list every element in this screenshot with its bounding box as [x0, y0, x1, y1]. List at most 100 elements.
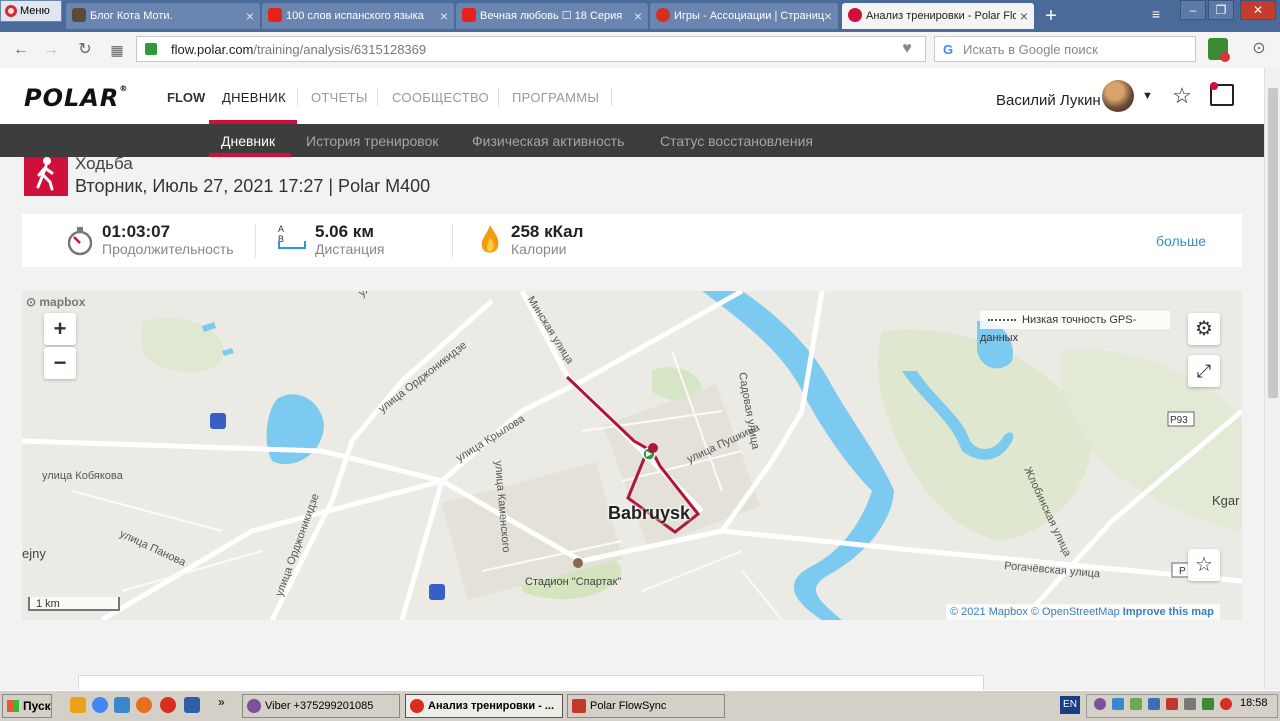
tab-close-icon[interactable]: × [246, 3, 254, 29]
taskbar-label: Polar FlowSync [590, 700, 667, 712]
nav-programs[interactable]: ПРОГРАММЫ [512, 90, 599, 105]
close-window-button[interactable]: ✕ [1240, 0, 1276, 20]
street-label: улица [356, 291, 388, 299]
firefox-icon[interactable] [136, 697, 152, 713]
tray-icon[interactable] [1112, 698, 1124, 710]
flame-icon [478, 223, 502, 257]
chart-panel-edge [78, 675, 984, 690]
scrollbar-thumb[interactable] [1268, 88, 1278, 398]
minimize-button[interactable]: – [1180, 0, 1206, 20]
sub-nav: Дневник История тренировок Физическая ак… [0, 124, 1264, 157]
tray-icon[interactable] [1130, 698, 1142, 710]
road-badge: P93 [1170, 415, 1188, 426]
url-field[interactable]: flow.polar.com/training/analysis/6315128… [136, 36, 926, 62]
start-button[interactable]: Пуск [2, 694, 52, 718]
tab-label: Игры - Ассоциации | Страница [674, 10, 824, 22]
extension-badge [1220, 52, 1230, 62]
zoom-in-button[interactable]: + [44, 313, 76, 345]
tab-spanish-words[interactable]: 100 слов испанского языка × [262, 3, 454, 29]
fullscreen-icon[interactable]: ⤢ [1188, 355, 1220, 387]
browser-menu-button[interactable]: Меню [0, 0, 62, 22]
subnav-activity[interactable]: Физическая активность [472, 133, 624, 149]
windows-logo-icon [7, 700, 19, 712]
tab-label: Блог Кота Моти. [90, 10, 173, 22]
stadium-label: Стадион "Спартак" [525, 576, 621, 588]
street-label: Минская улица [524, 294, 576, 367]
route-map[interactable]: улица Кобякова улица Орджоникидзе Минска… [22, 291, 1242, 620]
map-star-icon[interactable]: ☆ [1188, 549, 1220, 581]
tray-icon[interactable] [1202, 698, 1214, 710]
settings-gear-icon[interactable]: ⚙ [1188, 313, 1220, 345]
street-label: улица Крылова [454, 412, 527, 464]
favorites-star-icon[interactable]: ☆ [1170, 84, 1194, 108]
downloads-icon[interactable]: ⊙ [1250, 40, 1268, 58]
training-datetime: Вторник, Июль 27, 2021 17:27 | Polar M40… [75, 176, 431, 196]
tab-close-icon[interactable]: × [440, 3, 448, 29]
attribution-osm[interactable]: © OpenStreetMap [1031, 606, 1120, 618]
nav-reports[interactable]: ОТЧЕТЫ [311, 90, 368, 105]
page-scrollbar[interactable] [1264, 68, 1280, 690]
avatar[interactable] [1102, 80, 1134, 112]
opera-tray-icon[interactable] [1220, 698, 1232, 710]
training-summary: 01:03:07 Продолжительность A B 5.06 км Д… [22, 214, 1242, 267]
opera-icon [410, 699, 424, 713]
mapbox-logo[interactable]: ⊙ mapbox [26, 295, 85, 309]
viber-icon [247, 699, 261, 713]
antivirus-icon[interactable] [1166, 698, 1178, 710]
more-link[interactable]: больше [1156, 233, 1206, 249]
nav-divider [377, 88, 378, 106]
forward-icon[interactable]: → [40, 40, 62, 60]
bookmark-heart-icon[interactable]: ♥ [895, 40, 919, 58]
back-icon[interactable]: ← [10, 40, 32, 60]
tab-menu-icon[interactable]: ≡ [1146, 6, 1166, 22]
dotted-line-icon [988, 319, 1016, 322]
attribution-mapbox[interactable]: © 2021 Mapbox [950, 606, 1028, 618]
subnav-recovery[interactable]: Статус восстановления [660, 133, 813, 149]
taskbar-opera-window[interactable]: Анализ тренировки - ... [405, 694, 563, 718]
subnav-diary[interactable]: Дневник [221, 133, 275, 149]
city-label: Babruysk [608, 503, 691, 523]
tab-eternal-love[interactable]: Вечная любовь ☐ 18 Серия × [456, 3, 648, 29]
new-tab-button[interactable]: + [1040, 3, 1062, 29]
flow-label: FLOW [167, 90, 206, 105]
quicklaunch-icon[interactable] [114, 697, 130, 713]
viber-tray-icon[interactable] [1094, 698, 1106, 710]
user-name[interactable]: Василий Лукин [996, 92, 1101, 109]
street-label: улица Орджоникидзе [376, 339, 469, 415]
nav-community[interactable]: СООБЩЕСТВО [392, 90, 489, 105]
quicklaunch-expand-icon[interactable]: » [218, 695, 225, 709]
volume-icon[interactable] [1184, 698, 1196, 710]
tab-close-icon[interactable]: × [824, 3, 832, 29]
map-attribution: © 2021 Mapbox © OpenStreetMap Improve th… [946, 604, 1220, 620]
notification-dot [1210, 82, 1218, 90]
tab-blog[interactable]: Блог Кота Моти. × [66, 3, 260, 29]
improve-map-link[interactable]: Improve this map [1123, 606, 1214, 618]
taskbar-flowsync[interactable]: Polar FlowSync [567, 694, 725, 718]
network-icon[interactable] [1148, 698, 1160, 710]
save-disk-icon[interactable] [184, 697, 200, 713]
zoom-out-button[interactable]: − [44, 347, 76, 379]
tab-label: Вечная любовь ☐ 18 Серия [480, 10, 623, 22]
speed-dial-icon[interactable]: ▦ [106, 40, 128, 60]
street-label: улица Панова [118, 528, 189, 569]
nav-diary[interactable]: ДНЕВНИК [222, 90, 286, 105]
tab-close-icon[interactable]: × [634, 3, 642, 29]
subnav-training-history[interactable]: История тренировок [306, 133, 438, 149]
language-indicator[interactable]: EN [1060, 696, 1080, 714]
clock: 18:58 [1240, 697, 1268, 709]
opera-icon[interactable] [160, 697, 176, 713]
search-field[interactable]: G Искать в Google поиск [934, 36, 1196, 62]
chevron-down-icon[interactable]: ▼ [1142, 90, 1153, 102]
tab-games-associations[interactable]: Игры - Ассоциации | Страница × [650, 3, 838, 29]
youtube-favicon-icon [462, 8, 476, 23]
edge-label: Р [1179, 566, 1186, 577]
taskbar-label: Viber +375299201085 [265, 700, 374, 712]
chrome-icon[interactable] [92, 697, 108, 713]
taskbar-viber[interactable]: Viber +375299201085 [242, 694, 400, 718]
quicklaunch-icon[interactable] [70, 697, 86, 713]
tab-training-analysis[interactable]: Анализ тренировки - Polar Flow × [842, 3, 1034, 29]
reload-icon[interactable]: ↻ [74, 40, 96, 60]
polar-logo[interactable]: POLAR® [24, 84, 128, 112]
tab-close-icon[interactable]: × [1020, 3, 1028, 29]
maximize-button[interactable]: ❐ [1208, 0, 1234, 20]
